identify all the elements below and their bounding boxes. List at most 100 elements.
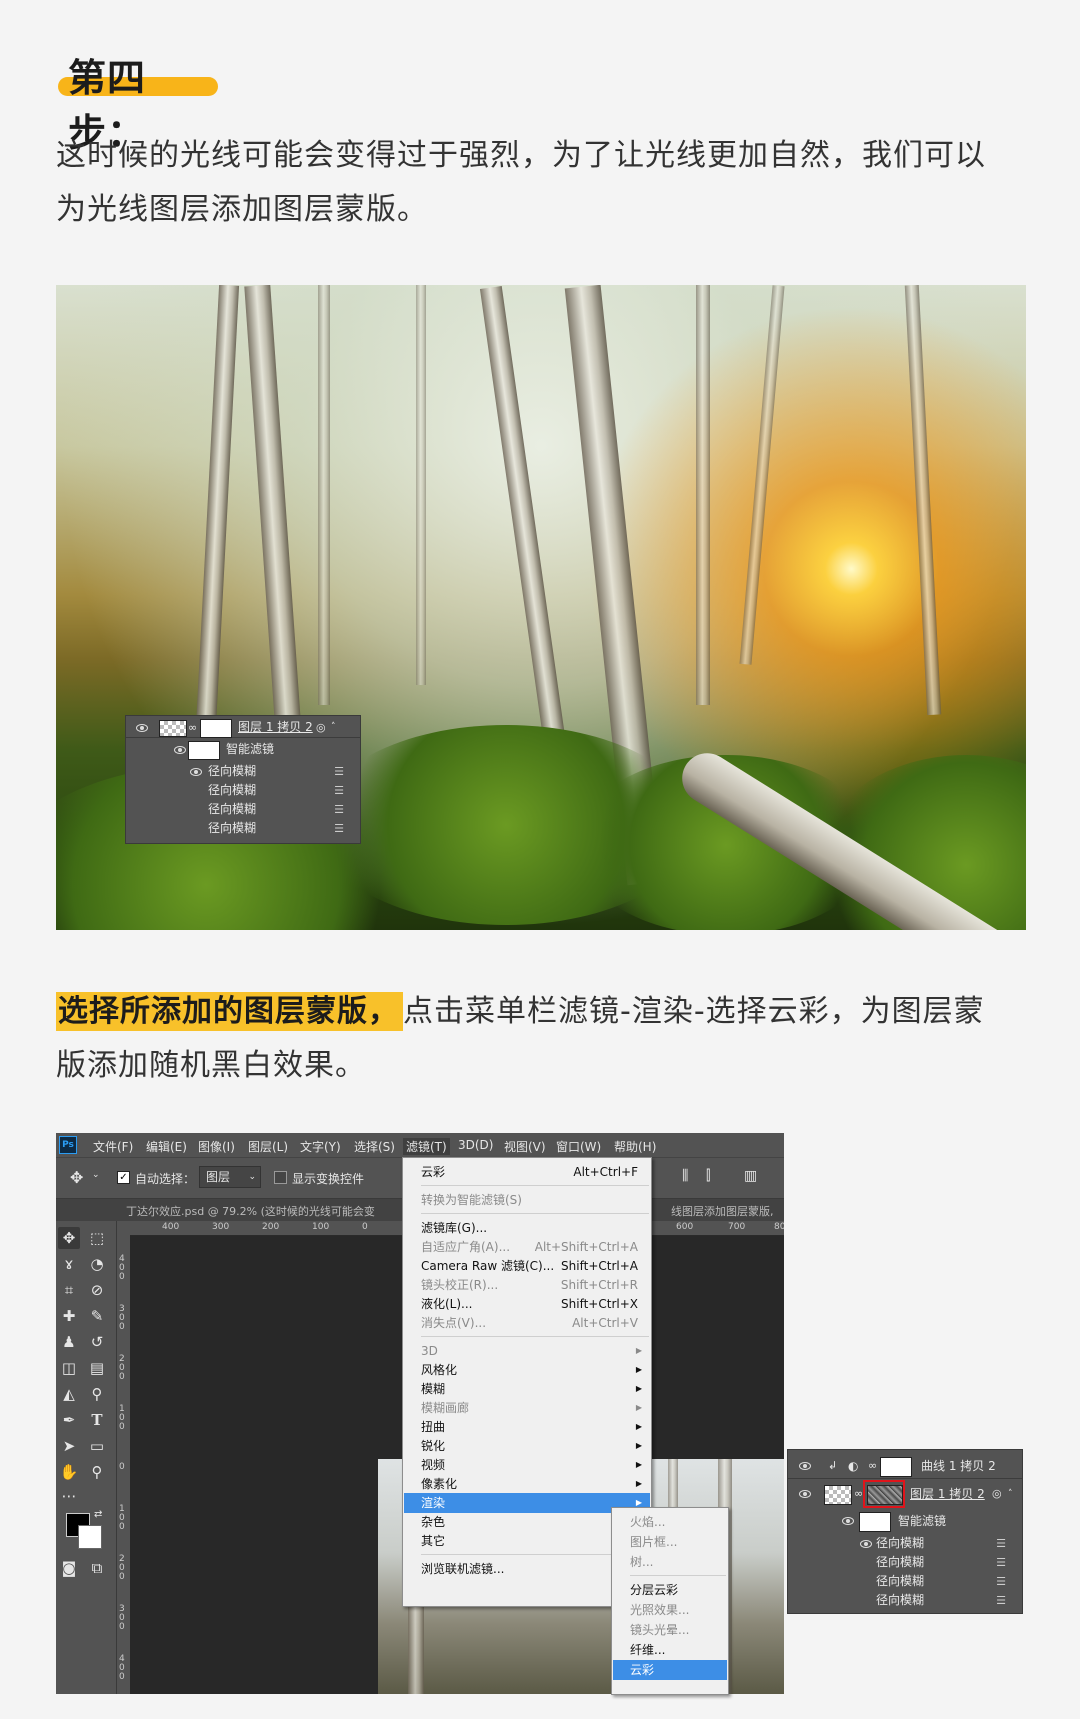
move-tool-icon[interactable]: ✥ xyxy=(58,1227,80,1249)
visibility-eye-icon[interactable] xyxy=(842,1517,854,1525)
menu-edit[interactable]: 编辑(E) xyxy=(146,1138,187,1155)
menu-item-liquify[interactable]: 液化(L)... Shift+Ctrl+X xyxy=(404,1294,650,1314)
menu-item-vanishing-point[interactable]: 消失点(V)... Alt+Ctrl+V xyxy=(404,1313,650,1333)
zoom-tool-icon[interactable]: ⚲ xyxy=(86,1461,108,1483)
menu-layer[interactable]: 图层(L) xyxy=(248,1138,288,1155)
blur-tool-icon[interactable]: ◭ xyxy=(58,1383,80,1405)
path-select-icon[interactable]: ➤ xyxy=(58,1435,80,1457)
menu-item-blur-gallery[interactable]: 模糊画廊 ▶ xyxy=(404,1398,650,1418)
quick-mask-icon[interactable]: ◙ xyxy=(58,1557,80,1579)
pen-tool-icon[interactable]: ✒ xyxy=(58,1409,80,1431)
blend-options-icon[interactable]: ☰ xyxy=(334,800,344,819)
visibility-eye-icon[interactable] xyxy=(174,746,186,754)
visibility-eye-icon[interactable] xyxy=(136,724,148,732)
curve-layer-row[interactable]: ↲ ◐ ∞ 曲线 1 拷贝 2 xyxy=(788,1454,1022,1479)
dodge-tool-icon[interactable]: ⚲ xyxy=(86,1383,108,1405)
blend-options-icon[interactable]: ☰ xyxy=(334,762,344,781)
submenu-item-picture-frame[interactable]: 图片框... xyxy=(613,1532,727,1552)
menu-item-convert-smart-filter[interactable]: 转换为智能滤镜(S) xyxy=(404,1190,650,1210)
blend-options-icon[interactable]: ☰ xyxy=(996,1534,1006,1553)
blend-options-icon[interactable]: ☰ xyxy=(334,819,344,838)
lasso-tool-icon[interactable]: ɤ xyxy=(58,1253,80,1275)
menu-item-3d[interactable]: 3D ▶ xyxy=(404,1341,650,1361)
menu-file[interactable]: 文件(F) xyxy=(93,1138,133,1155)
filter-row[interactable]: 径向模糊 ☰ xyxy=(126,762,360,781)
history-brush-icon[interactable]: ↺ xyxy=(86,1331,108,1353)
visibility-eye-icon[interactable] xyxy=(860,1540,872,1548)
type-tool-icon[interactable]: T xyxy=(86,1409,108,1431)
blend-options-icon[interactable]: ☰ xyxy=(996,1553,1006,1572)
stamp-tool-icon[interactable]: ♟ xyxy=(58,1331,80,1353)
submenu-item-lens-flare[interactable]: 镜头光晕... xyxy=(613,1620,727,1640)
auto-select-dropdown[interactable]: 图层 ⌄ xyxy=(199,1166,261,1188)
blend-options-icon[interactable]: ☰ xyxy=(996,1572,1006,1591)
background-color-swatch[interactable] xyxy=(78,1525,102,1549)
move-tool-icon[interactable]: ✥ xyxy=(70,1168,83,1187)
menu-item-video[interactable]: 视频 ▶ xyxy=(404,1455,650,1475)
layer-name[interactable]: 图层 1 拷贝 2 xyxy=(910,1482,985,1506)
menu-item-filter-gallery[interactable]: 滤镜库(G)... xyxy=(404,1218,650,1238)
rectangle-tool-icon[interactable]: ▭ xyxy=(86,1435,108,1457)
layer-row[interactable]: ∞ 图层 1 拷贝 2 ◎ ˄ xyxy=(126,718,360,738)
marquee-tool-icon[interactable]: ⬚ xyxy=(86,1227,108,1249)
eyedropper-tool-icon[interactable]: ⊘ xyxy=(86,1279,108,1301)
more-tools-icon[interactable]: ⋯ xyxy=(58,1485,80,1507)
submenu-item-difference-clouds[interactable]: 分层云彩 xyxy=(613,1580,727,1600)
collapse-icon[interactable]: ˄ xyxy=(331,718,336,737)
filter-row[interactable]: 径向模糊 ☰ xyxy=(788,1591,1022,1610)
menu-item-sharpen[interactable]: 锐化 ▶ xyxy=(404,1436,650,1456)
filter-row[interactable]: 径向模糊 ☰ xyxy=(126,819,360,838)
layer-mask-thumbnail[interactable] xyxy=(200,719,232,738)
menu-item-pixelate[interactable]: 像素化 ▶ xyxy=(404,1474,650,1494)
layer-mask-thumbnail[interactable] xyxy=(880,1457,912,1477)
submenu-item-clouds[interactable]: 云彩 xyxy=(613,1660,727,1680)
screen-mode-icon[interactable]: ⧉ xyxy=(86,1557,108,1579)
show-transform-checkbox[interactable] xyxy=(274,1171,287,1184)
auto-select-checkbox[interactable]: ✓ xyxy=(117,1171,130,1184)
visibility-eye-icon[interactable] xyxy=(799,1462,811,1470)
crop-tool-icon[interactable]: ⌗ xyxy=(58,1279,80,1301)
align-icon[interactable]: ⫼ xyxy=(682,1168,688,1184)
auto-align-icon[interactable]: ▥ xyxy=(744,1168,757,1184)
menu-item-adaptive-wide-angle[interactable]: 自适应广角(A)... Alt+Shift+Ctrl+A xyxy=(404,1237,650,1257)
layer-name[interactable]: 图层 1 拷贝 2 xyxy=(238,718,313,737)
menu-filter[interactable]: 滤镜(T) xyxy=(403,1138,450,1155)
chevron-down-icon[interactable]: ⌄ xyxy=(92,1170,100,1180)
menu-item-stylize[interactable]: 风格化 ▶ xyxy=(404,1360,650,1380)
smart-filter-mask[interactable] xyxy=(188,741,220,760)
brush-tool-icon[interactable]: ✎ xyxy=(86,1305,108,1327)
submenu-item-tree[interactable]: 树... xyxy=(613,1552,727,1572)
hand-tool-icon[interactable]: ✋ xyxy=(58,1461,80,1483)
menu-item-distort[interactable]: 扭曲 ▶ xyxy=(404,1417,650,1437)
menu-item-blur[interactable]: 模糊 ▶ xyxy=(404,1379,650,1399)
healing-brush-icon[interactable]: ✚ xyxy=(58,1305,80,1327)
menu-type[interactable]: 文字(Y) xyxy=(300,1138,341,1155)
menu-item-camera-raw[interactable]: Camera Raw 滤镜(C)... Shift+Ctrl+A xyxy=(404,1256,650,1276)
menu-3d[interactable]: 3D(D) xyxy=(458,1138,493,1152)
menu-select[interactable]: 选择(S) xyxy=(354,1138,395,1155)
filter-row[interactable]: 径向模糊 ☰ xyxy=(788,1553,1022,1572)
menu-item-clouds-last[interactable]: 云彩 Alt+Ctrl+F xyxy=(404,1162,650,1182)
menu-help[interactable]: 帮助(H) xyxy=(614,1138,656,1155)
smart-filter-mask[interactable] xyxy=(859,1512,891,1532)
menu-view[interactable]: 视图(V) xyxy=(504,1138,546,1155)
layer-row[interactable]: ∞ 图层 1 拷贝 2 ◎ ˄ xyxy=(788,1480,1022,1508)
submenu-item-lighting-effects[interactable]: 光照效果... xyxy=(613,1600,727,1620)
smart-filter-row[interactable]: 智能滤镜 xyxy=(126,740,360,760)
layer-name[interactable]: 曲线 1 拷贝 2 xyxy=(921,1454,996,1478)
distribute-icon[interactable]: ⫿ xyxy=(706,1168,710,1184)
quick-select-tool-icon[interactable]: ◔ xyxy=(86,1253,108,1275)
blend-options-icon[interactable]: ☰ xyxy=(996,1591,1006,1610)
menu-image[interactable]: 图像(I) xyxy=(198,1138,235,1155)
smart-filter-row[interactable]: 智能滤镜 xyxy=(788,1510,1022,1532)
menu-item-lens-correction[interactable]: 镜头校正(R)... Shift+Ctrl+R xyxy=(404,1275,650,1295)
menu-window[interactable]: 窗口(W) xyxy=(556,1138,601,1155)
filter-row[interactable]: 径向模糊 ☰ xyxy=(788,1534,1022,1553)
collapse-icon[interactable]: ˄ xyxy=(1008,1482,1013,1506)
gradient-tool-icon[interactable]: ▤ xyxy=(86,1357,108,1379)
visibility-eye-icon[interactable] xyxy=(799,1490,811,1498)
eraser-tool-icon[interactable]: ◫ xyxy=(58,1357,80,1379)
submenu-item-flame[interactable]: 火焰... xyxy=(613,1512,727,1532)
submenu-item-fibers[interactable]: 纤维... xyxy=(613,1640,727,1660)
filter-row[interactable]: 径向模糊 ☰ xyxy=(126,781,360,800)
